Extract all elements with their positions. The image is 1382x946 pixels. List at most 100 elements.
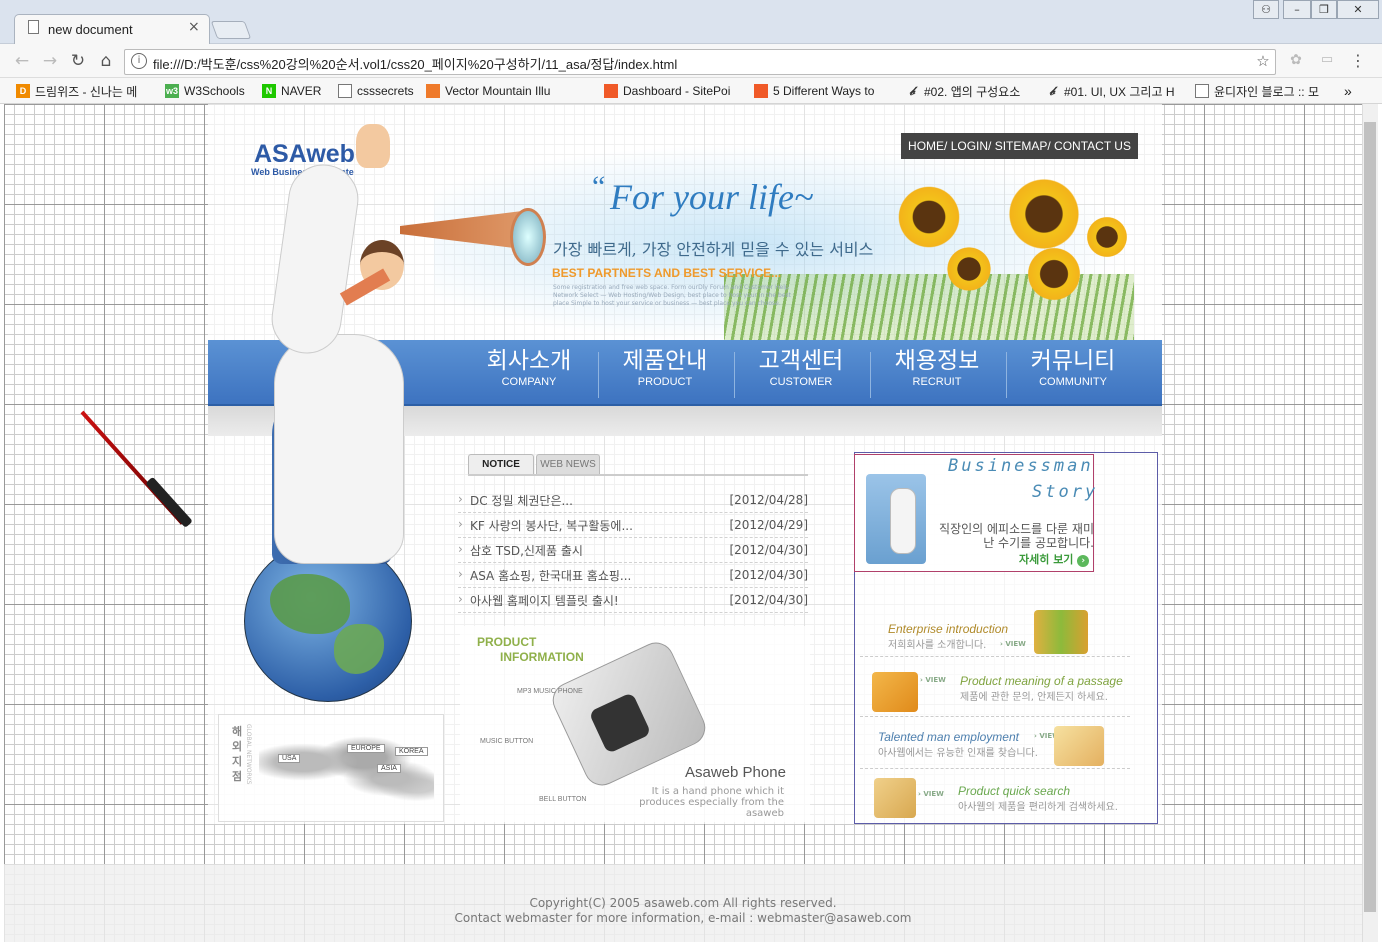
bookmark-item[interactable]: N NAVER — [262, 82, 321, 100]
dreamwiz-icon: D — [16, 84, 30, 98]
nav-label-ko: 고객센터 — [758, 348, 844, 374]
story-title: Businessman — [948, 456, 1094, 476]
tab-notice[interactable]: NOTICE — [468, 454, 534, 474]
nav-item-recruit[interactable]: 채용정보 RECRUIT — [873, 346, 1001, 388]
view-link[interactable]: › VIEW — [918, 790, 944, 798]
minimize-button[interactable]: – — [1283, 0, 1311, 19]
phone-label: BELL BUTTON — [539, 796, 587, 803]
slogan: For your life~ — [610, 177, 814, 217]
service-desc: 아사웹의 제품을 편리하게 검색하세요. — [958, 802, 1118, 813]
page-viewport: ASAweb Web Business Template HOME/ LOGIN… — [4, 104, 1362, 942]
bookmark-item[interactable]: Vector Mountain Illu — [426, 82, 550, 100]
notice-row[interactable]: 삼호 TSD,신제품 출시 [2012/04/30] — [458, 538, 808, 563]
nav-separator — [870, 352, 871, 398]
sitepoint-icon — [604, 84, 618, 98]
forward-arrow-icon[interactable]: → — [38, 51, 62, 71]
star-icon[interactable]: ☆ — [1251, 52, 1275, 70]
story-more-label: 자세히 보기 — [1019, 553, 1074, 566]
divider — [860, 716, 1130, 717]
w3schools-icon: w3 — [165, 84, 179, 98]
bookmark-label: #01. UI, UX 그리고 H — [1064, 84, 1175, 99]
notice-date: [2012/04/30] — [729, 568, 808, 582]
service-title: Talented man employment — [878, 730, 1019, 744]
info-icon[interactable]: i — [131, 53, 147, 69]
cast-icon[interactable]: ▭ — [1315, 52, 1339, 67]
businessman-illustration — [890, 488, 916, 554]
nav-item-customer[interactable]: 고객센터 CUSTOMER — [737, 346, 865, 388]
notice-date: [2012/04/30] — [729, 543, 808, 557]
site-logo[interactable]: ASAweb — [254, 140, 355, 169]
nav-item-product[interactable]: 제품안내 PRODUCT — [601, 346, 729, 388]
service-item-employment[interactable]: Talented man employment 아사웹에서는 유능한 인재를 찾… — [878, 730, 1038, 759]
ruler-pen-handle — [145, 476, 193, 528]
divider — [860, 768, 1130, 769]
scrollbar-thumb[interactable] — [1364, 122, 1376, 912]
new-tab-button[interactable] — [210, 21, 252, 39]
nav-separator — [598, 352, 599, 398]
notice-date: [2012/04/28] — [729, 493, 808, 507]
close-window-button[interactable]: ✕ — [1337, 0, 1379, 19]
nav-item-community[interactable]: 커뮤니티 COMMUNITY — [1009, 346, 1137, 388]
phone-label: MP3 MUSIC PHONE — [517, 688, 583, 695]
notice-title: 삼호 TSD,신제품 출시 — [458, 542, 583, 559]
nav-label-en: COMPANY — [501, 376, 557, 388]
service-item-product[interactable]: Product meaning of a passage 제품에 관한 문의, … — [960, 674, 1123, 703]
menu-dots-icon[interactable]: ⋮ — [1346, 51, 1370, 70]
service-item-enterprise[interactable]: Enterprise introduction 저희회사를 소개합니다. — [888, 622, 1008, 651]
notice-row[interactable]: 아사웹 홈페이지 템플릿 출시! [2012/04/30] — [458, 588, 808, 613]
service-title: Product meaning of a passage — [960, 674, 1123, 688]
bookmark-item[interactable]: 윤디자인 블로그 :: 모 — [1195, 82, 1319, 100]
bookmark-item[interactable]: D 드림위즈 - 신나는 메 — [16, 82, 137, 100]
pen-icon: 𝒷 — [909, 84, 915, 98]
service-desc: 저희회사를 소개합니다. — [888, 640, 987, 651]
notice-row[interactable]: KF 사랑의 봉사단, 복구활동에... [2012/04/29] — [458, 513, 808, 538]
story-title-2: Story — [1032, 482, 1099, 502]
notice-title: DC 정밀 체권단은... — [458, 492, 573, 509]
bookmark-item[interactable]: csssecrets — [338, 82, 414, 100]
view-link[interactable]: › VIEW — [1000, 640, 1026, 648]
notice-date: [2012/04/29] — [729, 518, 808, 532]
copyright-line: Copyright(C) 2005 asaweb.com All rights … — [529, 896, 837, 910]
bookmark-item[interactable]: 𝒷 #02. 앱의 구성요소 — [905, 82, 1020, 100]
tab-web-news[interactable]: WEB NEWS — [536, 454, 600, 474]
nav-label-en: CUSTOMER — [769, 376, 833, 388]
service-title: Enterprise introduction — [888, 622, 1009, 636]
service-item-search[interactable]: Product quick search 아사웹의 제품을 편리하게 검색하세요… — [958, 784, 1118, 813]
bookmark-item[interactable]: 5 Different Ways to — [754, 82, 874, 100]
bookmark-item[interactable]: w3 W3Schools — [165, 82, 245, 100]
reload-icon[interactable]: ↻ — [66, 51, 90, 71]
bookmark-item[interactable]: Dashboard - SitePoi — [604, 82, 730, 100]
top-menu[interactable]: HOME/ LOGIN/ SITEMAP/ CONTACT US — [901, 133, 1138, 159]
url-text[interactable]: file:///D:/박도훈/css%20강의%20순서.vol1/css20_… — [153, 54, 677, 73]
extension-icon[interactable]: ✿ — [1284, 52, 1308, 68]
sunflower-illustration — [1084, 214, 1130, 260]
telescope-lens — [510, 208, 546, 266]
arrow-circle-icon: › — [1077, 555, 1090, 567]
sunflower-illustration — [1004, 174, 1084, 254]
slogan-english: BEST PARTNETS AND BEST SERVICE... — [552, 266, 782, 280]
document-icon — [28, 20, 39, 34]
phone-label: MUSIC BUTTON — [480, 738, 534, 745]
back-arrow-icon[interactable]: ← — [10, 51, 34, 71]
story-more-link[interactable]: 자세히 보기 › — [1019, 551, 1090, 567]
notice-date: [2012/04/30] — [729, 593, 808, 607]
nav-separator — [1006, 352, 1007, 398]
tab-close-icon[interactable]: × — [188, 19, 200, 35]
notice-row[interactable]: DC 정밀 체권단은... [2012/04/28] — [458, 488, 808, 513]
nav-label-en: PRODUCT — [637, 376, 693, 388]
naver-icon: N — [262, 84, 276, 98]
bookmark-label: 드림위즈 - 신나는 메 — [35, 84, 138, 99]
bookmarks-overflow-button[interactable]: » — [1344, 82, 1352, 100]
folder-icon — [872, 672, 918, 712]
notice-row[interactable]: ASA 홈쇼핑, 한국대표 홈쇼핑... [2012/04/30] — [458, 563, 808, 588]
bookmark-item[interactable]: 𝒷 #01. UI, UX 그리고 H — [1045, 82, 1174, 100]
home-icon[interactable]: ⌂ — [94, 51, 118, 71]
view-link[interactable]: › VIEW — [920, 676, 946, 684]
contact-line: Contact webmaster for more information, … — [454, 911, 912, 925]
phone-name: Asaweb Phone — [685, 764, 786, 781]
tab-title: new document — [48, 22, 133, 37]
user-icon[interactable]: ⚇ — [1253, 0, 1279, 19]
region-tag: USA — [278, 754, 301, 763]
maximize-button[interactable]: ❐ — [1311, 0, 1337, 19]
nav-item-company[interactable]: 회사소개 COMPANY — [465, 346, 593, 388]
